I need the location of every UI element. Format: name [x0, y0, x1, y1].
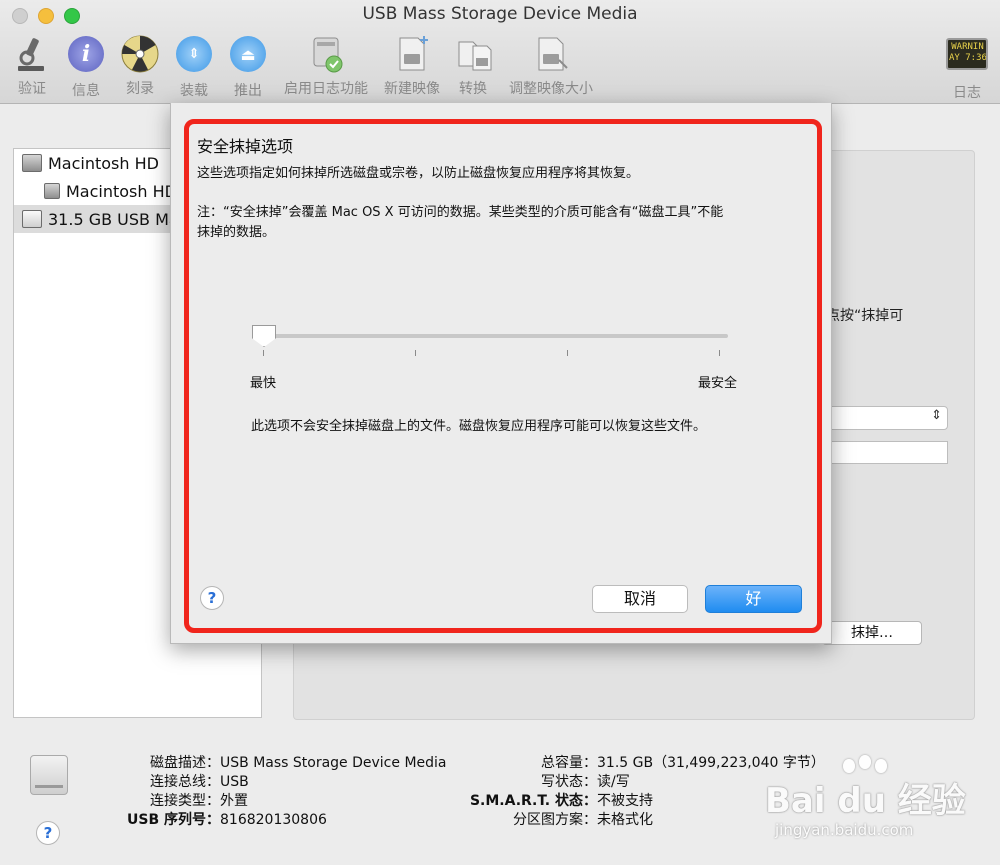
- sidebar-item-label: Macintosh HD: [48, 153, 159, 173]
- sheet-title: 安全抹掉选项: [197, 137, 294, 156]
- cancel-button[interactable]: 取消: [592, 585, 688, 613]
- eject-label: 推出: [234, 83, 262, 99]
- info-row-connection-type: 连接类型：外置: [120, 792, 447, 811]
- burn-button[interactable]: 刻录: [120, 34, 160, 98]
- sheet-description: 这些选项指定如何抹掉所选磁盘或宗卷，以防止磁盘恢复应用程序将其恢复。: [197, 166, 640, 181]
- slider-tick: [567, 350, 568, 356]
- convert-button[interactable]: 转换: [455, 34, 492, 98]
- slider-min-label: 最快: [250, 376, 277, 391]
- resize-image-icon: [531, 34, 571, 74]
- convert-label: 转换: [459, 81, 487, 97]
- disk-utility-window: USB Mass Storage Device Media 验证 i 信息 刻录…: [0, 0, 1000, 865]
- volume-icon: [44, 183, 60, 199]
- info-value: 读/写: [597, 774, 630, 790]
- window-title: USB Mass Storage Device Media: [362, 4, 638, 24]
- info-key: 分区图方案：: [513, 812, 597, 828]
- info-value: USB: [220, 774, 249, 790]
- select-arrows-icon: ⇕: [931, 408, 942, 423]
- info-button[interactable]: i 信息: [66, 34, 106, 100]
- info-value: USB Mass Storage Device Media: [220, 755, 447, 771]
- log-label: 日志: [953, 85, 981, 101]
- baidu-jingyan-watermark: Bai du 经验 jingyan.baidu.com: [765, 755, 966, 850]
- new-image-button[interactable]: 新建映像: [382, 34, 442, 98]
- info-key: 写状态：: [541, 774, 597, 790]
- mount-icon-wrap: ⇕: [174, 36, 214, 76]
- verify-label: 验证: [18, 81, 46, 97]
- eject-icon: ⏏: [230, 36, 266, 72]
- paw-icon: [875, 759, 887, 773]
- sheet-help-button[interactable]: ?: [200, 586, 224, 610]
- info-value: 未格式化: [597, 812, 653, 828]
- verify-button[interactable]: 验证: [12, 34, 52, 98]
- eject-button[interactable]: ⏏ 推出: [228, 34, 268, 100]
- log-screen-text-2: AY 7:36: [949, 53, 987, 63]
- info-icon: i: [68, 36, 104, 72]
- info-value: 816820130806: [220, 812, 327, 828]
- format-select[interactable]: ⇕: [826, 406, 948, 430]
- mount-label: 装载: [180, 83, 208, 99]
- resize-image-button[interactable]: 调整映像大小: [505, 34, 597, 98]
- erase-security-slider-track[interactable]: [262, 334, 728, 338]
- info-key: USB 序列号：: [127, 812, 220, 828]
- log-button[interactable]: WARNIN AY 7:36 日志: [944, 34, 990, 102]
- sidebar-item-label: Macintosh HD: [66, 181, 177, 201]
- toolbar: USB Mass Storage Device Media 验证 i 信息 刻录…: [0, 0, 1000, 104]
- info-row-description: 磁盘描述：USB Mass Storage Device Media: [120, 754, 447, 773]
- info-value: 不被支持: [597, 793, 653, 809]
- enable-journaling-button[interactable]: 启用日志功能: [282, 34, 370, 98]
- sidebar-item-label: 31.5 GB USB Ma: [48, 209, 179, 229]
- info-label: 信息: [72, 83, 100, 99]
- mount-icon: ⇕: [176, 36, 212, 72]
- main-help-button[interactable]: ?: [36, 821, 60, 845]
- info-key: 连接类型：: [150, 793, 220, 809]
- log-icon: WARNIN AY 7:36: [946, 38, 988, 72]
- paw-icon: [843, 759, 855, 773]
- ok-button[interactable]: 好: [705, 585, 802, 613]
- mount-button[interactable]: ⇕ 装载: [174, 34, 214, 100]
- disk-info-left: 磁盘描述：USB Mass Storage Device Media 连接总线：…: [120, 754, 447, 830]
- microscope-icon: [12, 34, 52, 74]
- internal-disk-icon: [22, 154, 42, 172]
- eject-icon-wrap: ⏏: [228, 36, 268, 76]
- log-screen-text-1: WARNIN: [951, 42, 984, 52]
- info-key: 连接总线：: [150, 774, 220, 790]
- slider-tick: [263, 350, 264, 356]
- info-key: 总容量：: [541, 755, 597, 771]
- name-field[interactable]: [826, 441, 948, 464]
- info-key: 磁盘描述：: [150, 755, 220, 771]
- erase-button[interactable]: 抹掉…: [822, 621, 922, 645]
- new-image-label: 新建映像: [384, 81, 440, 97]
- slider-option-description: 此选项不会安全抹掉磁盘上的文件。磁盘恢复应用程序可能可以恢复这些文件。: [251, 419, 707, 434]
- sheet-note-line-2: 抹掉的数据。: [197, 225, 276, 240]
- burn-icon: [120, 34, 160, 74]
- convert-icon: [455, 34, 495, 74]
- info-row-bus: 连接总线：USB: [120, 773, 447, 792]
- info-icon-wrap: i: [66, 36, 106, 76]
- external-disk-icon: [22, 210, 42, 228]
- selected-disk-icon: [30, 755, 68, 795]
- watermark-main-text: Bai du 经验: [765, 781, 966, 821]
- resize-image-label: 调整映像大小: [509, 81, 593, 97]
- slider-tick: [719, 350, 720, 356]
- info-row-usb-serial: USB 序列号：816820130806: [120, 811, 447, 830]
- enable-journaling-icon: [306, 34, 346, 74]
- burn-label: 刻录: [126, 81, 154, 97]
- enable-journaling-label: 启用日志功能: [284, 81, 368, 97]
- info-value: 外置: [220, 793, 248, 809]
- slider-max-label: 最安全: [698, 376, 738, 391]
- sheet-note-line-1: 注：“安全抹掉”会覆盖 Mac OS X 可访问的数据。某些类型的介质可能含有“…: [197, 205, 724, 220]
- paw-icon: [859, 755, 871, 769]
- watermark-url-text: jingyan.baidu.com: [775, 821, 914, 839]
- erase-instructions-fragment: 点按“抹掉可: [826, 308, 904, 324]
- new-image-icon: [392, 34, 432, 74]
- slider-tick: [415, 350, 416, 356]
- info-key: S.M.A.R.T. 状态：: [469, 793, 597, 809]
